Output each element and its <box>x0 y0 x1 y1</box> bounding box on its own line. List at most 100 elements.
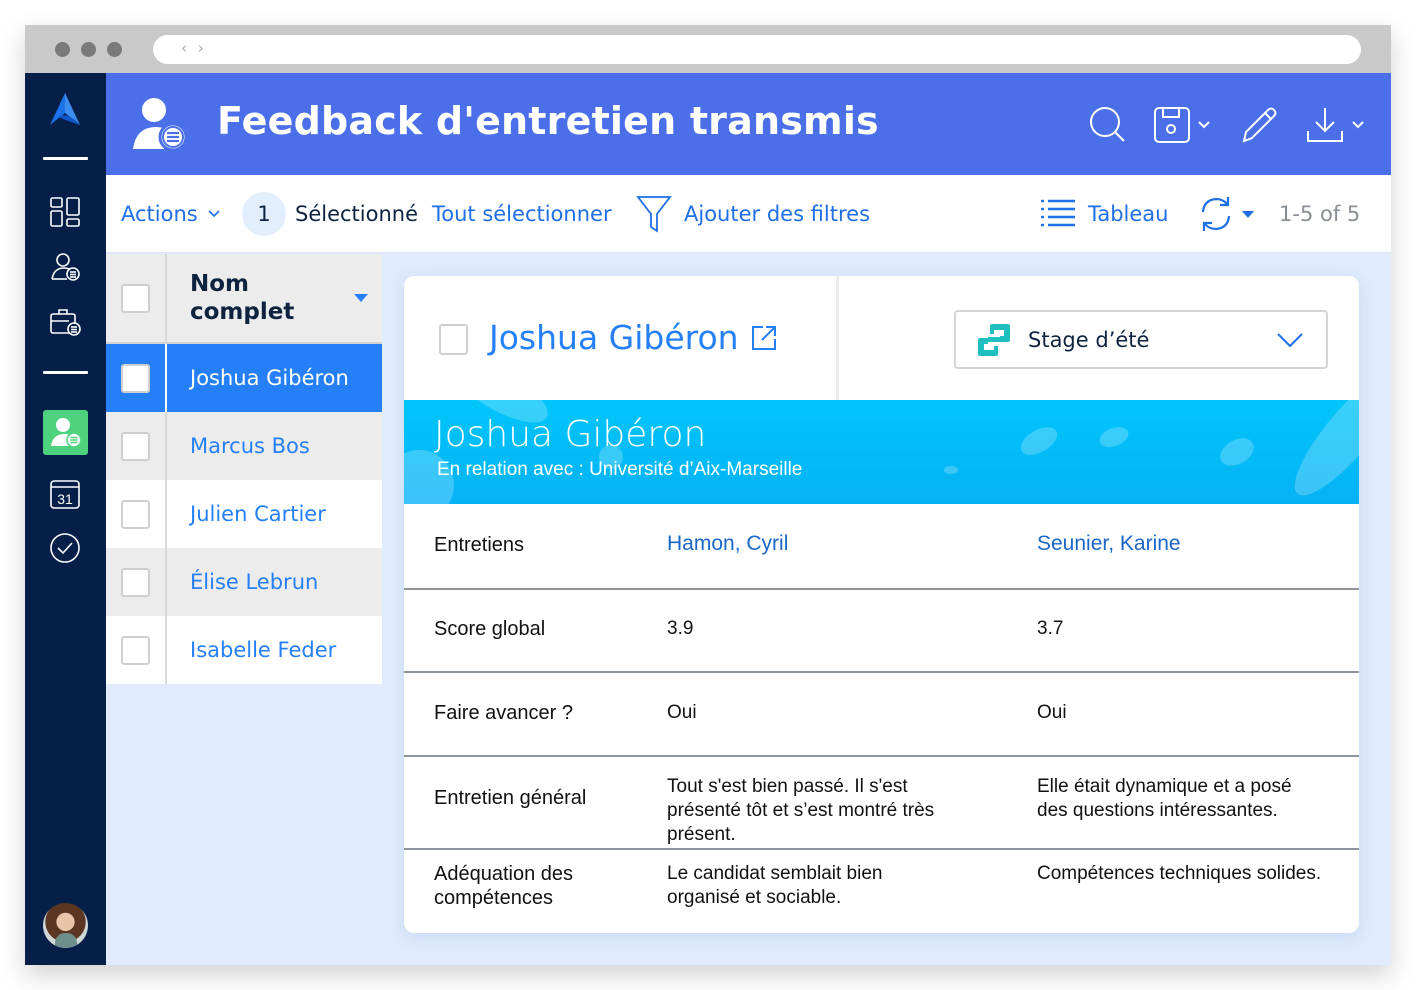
nav-arrows-icon[interactable]: ‹ › <box>181 39 207 57</box>
chevron-down-icon <box>1198 121 1210 129</box>
calendar-day-label: 31 <box>57 491 73 507</box>
row-label: Entretien général <box>434 787 587 809</box>
selection-summary: 1 Sélectionné <box>242 175 418 253</box>
list-row[interactable]: Julien Cartier <box>106 480 382 548</box>
card-header-divider <box>836 276 839 400</box>
list-row[interactable]: Joshua Gibéron <box>106 344 382 412</box>
list-view-icon <box>1041 199 1075 227</box>
download-button[interactable] <box>1305 103 1365 147</box>
search-icon <box>1090 107 1125 142</box>
contact-list-icon <box>51 253 80 281</box>
check-circle-icon <box>50 533 80 563</box>
sidebar-item-calendar[interactable]: 31 <box>47 476 83 512</box>
advance-value: Oui <box>667 702 697 723</box>
user-avatar[interactable] <box>43 903 88 948</box>
actions-dropdown[interactable]: Actions <box>121 175 220 253</box>
list-row[interactable]: Isabelle Feder <box>106 616 382 684</box>
app-logo-icon[interactable] <box>46 91 84 131</box>
stage-select[interactable]: Stage d’été <box>954 310 1328 369</box>
row-label: Faire avancer ? <box>434 702 573 724</box>
selected-label: Sélectionné <box>295 202 419 226</box>
interviewer-link[interactable]: Hamon, Cyril <box>667 532 967 556</box>
window-maximize-dot[interactable] <box>107 42 122 57</box>
row-name[interactable]: Marcus Bos <box>167 412 382 480</box>
row-checkbox[interactable] <box>121 431 150 461</box>
briefcase-list-icon <box>50 309 81 336</box>
feedback-row-general: Entretien général Tout s'est bien passé.… <box>404 757 1359 850</box>
row-checkbox[interactable] <box>121 635 150 665</box>
window-close-dot[interactable] <box>55 42 70 57</box>
sidebar-item-interview-feedback[interactable] <box>43 410 88 455</box>
list-toolbar: Actions 1 Sélectionné Tout sélectionner … <box>106 175 1391 253</box>
candidate-detail-card: Joshua Gibéron Stage d’été Joshua Gibéro… <box>404 276 1359 933</box>
row-checkbox[interactable] <box>121 499 150 529</box>
feedback-row-skills: Adéquation des compétences Le candidat s… <box>404 850 1359 930</box>
list-row[interactable]: Marcus Bos <box>106 412 382 480</box>
sidebar-item-dashboard[interactable] <box>47 194 83 230</box>
add-filters-label: Ajouter des filtres <box>684 202 871 226</box>
page-header: Feedback d'entretien transmis <box>106 73 1391 175</box>
row-checkbox-cell <box>106 548 167 616</box>
skills-comment: Compétences techniques solides. <box>1037 863 1322 884</box>
card-header: Joshua Gibéron Stage d’été <box>404 276 1359 400</box>
header-checkbox-cell <box>106 254 167 342</box>
score-value: 3.7 <box>1037 618 1064 639</box>
column-header-full-name[interactable]: Nom complet <box>167 254 382 342</box>
candidate-name-link[interactable]: Joshua Gibéron <box>489 318 777 357</box>
window-minimize-dot[interactable] <box>81 42 96 57</box>
sidebar-item-contacts[interactable] <box>47 249 83 285</box>
banner-decoration <box>1215 432 1259 472</box>
page-title: Feedback d'entretien transmis <box>217 99 879 143</box>
row-checkbox-cell <box>106 344 167 412</box>
selected-count-badge: 1 <box>242 192 286 236</box>
banner-decoration <box>1016 421 1062 461</box>
skills-comment: Le candidat semblait bien organisé et so… <box>667 863 883 908</box>
list-header: Nom complet <box>106 254 382 344</box>
view-toggle-table[interactable]: Tableau <box>1040 175 1168 253</box>
add-filters-button[interactable]: Ajouter des filtres <box>636 175 870 253</box>
candidate-name: Joshua Gibéron <box>489 318 739 357</box>
external-link-icon[interactable] <box>751 325 777 351</box>
select-all-link[interactable]: Tout sélectionner <box>432 175 612 253</box>
feedback-row-advance: Faire avancer ? Oui Oui <box>404 673 1359 757</box>
row-name[interactable]: Isabelle Feder <box>167 616 382 684</box>
row-name[interactable]: Joshua Gibéron <box>167 344 382 412</box>
row-checkbox[interactable] <box>121 567 150 597</box>
row-name[interactable]: Élise Lebrun <box>167 548 382 616</box>
detail-checkbox[interactable] <box>439 324 468 355</box>
banner-relation: En relation avec : Université d’Aix-Mars… <box>437 459 803 480</box>
filter-icon <box>636 196 672 233</box>
sidebar-item-tasks[interactable] <box>47 530 83 566</box>
general-comment: Tout s'est bien passé. Il s'est présenté… <box>667 776 935 845</box>
contact-list-icon <box>133 98 188 152</box>
refresh-button[interactable] <box>1197 175 1255 253</box>
browser-window: ‹ › 31 Feedback d'entretien transmis Act… <box>25 25 1391 965</box>
row-checkbox-cell <box>106 616 167 684</box>
row-label: Score global <box>434 618 546 640</box>
refresh-icon <box>1201 197 1231 231</box>
sidebar-divider <box>43 371 88 374</box>
pencil-icon <box>1242 107 1277 143</box>
feedback-row-score: Score global 3.9 3.7 <box>404 590 1359 673</box>
list-row[interactable]: Élise Lebrun <box>106 548 382 616</box>
sort-caret-icon[interactable] <box>354 294 368 302</box>
browser-chrome: ‹ › <box>25 25 1391 73</box>
address-bar[interactable]: ‹ › <box>153 35 1361 64</box>
view-label: Tableau <box>1088 202 1169 226</box>
feedback-table: Entretiens Hamon, Cyril Seunier, Karine … <box>404 504 1359 930</box>
interviewer-link[interactable]: Seunier, Karine <box>1037 532 1347 556</box>
calendar-icon: 31 <box>50 480 80 509</box>
actions-label: Actions <box>121 202 198 226</box>
search-button[interactable] <box>1088 103 1128 147</box>
edit-button[interactable] <box>1240 103 1280 147</box>
save-button[interactable] <box>1153 103 1211 147</box>
save-icon <box>1154 107 1190 143</box>
candidate-banner: Joshua Gibéron En relation avec : Univer… <box>404 400 1359 504</box>
select-all-checkbox[interactable] <box>121 283 150 313</box>
caret-down-icon <box>1242 211 1254 218</box>
row-label: Adéquation des compétences <box>434 863 574 909</box>
row-checkbox[interactable] <box>121 363 150 393</box>
feedback-row-interviews: Entretiens Hamon, Cyril Seunier, Karine <box>404 504 1359 590</box>
row-name[interactable]: Julien Cartier <box>167 480 382 548</box>
sidebar-item-jobs[interactable] <box>47 303 83 339</box>
